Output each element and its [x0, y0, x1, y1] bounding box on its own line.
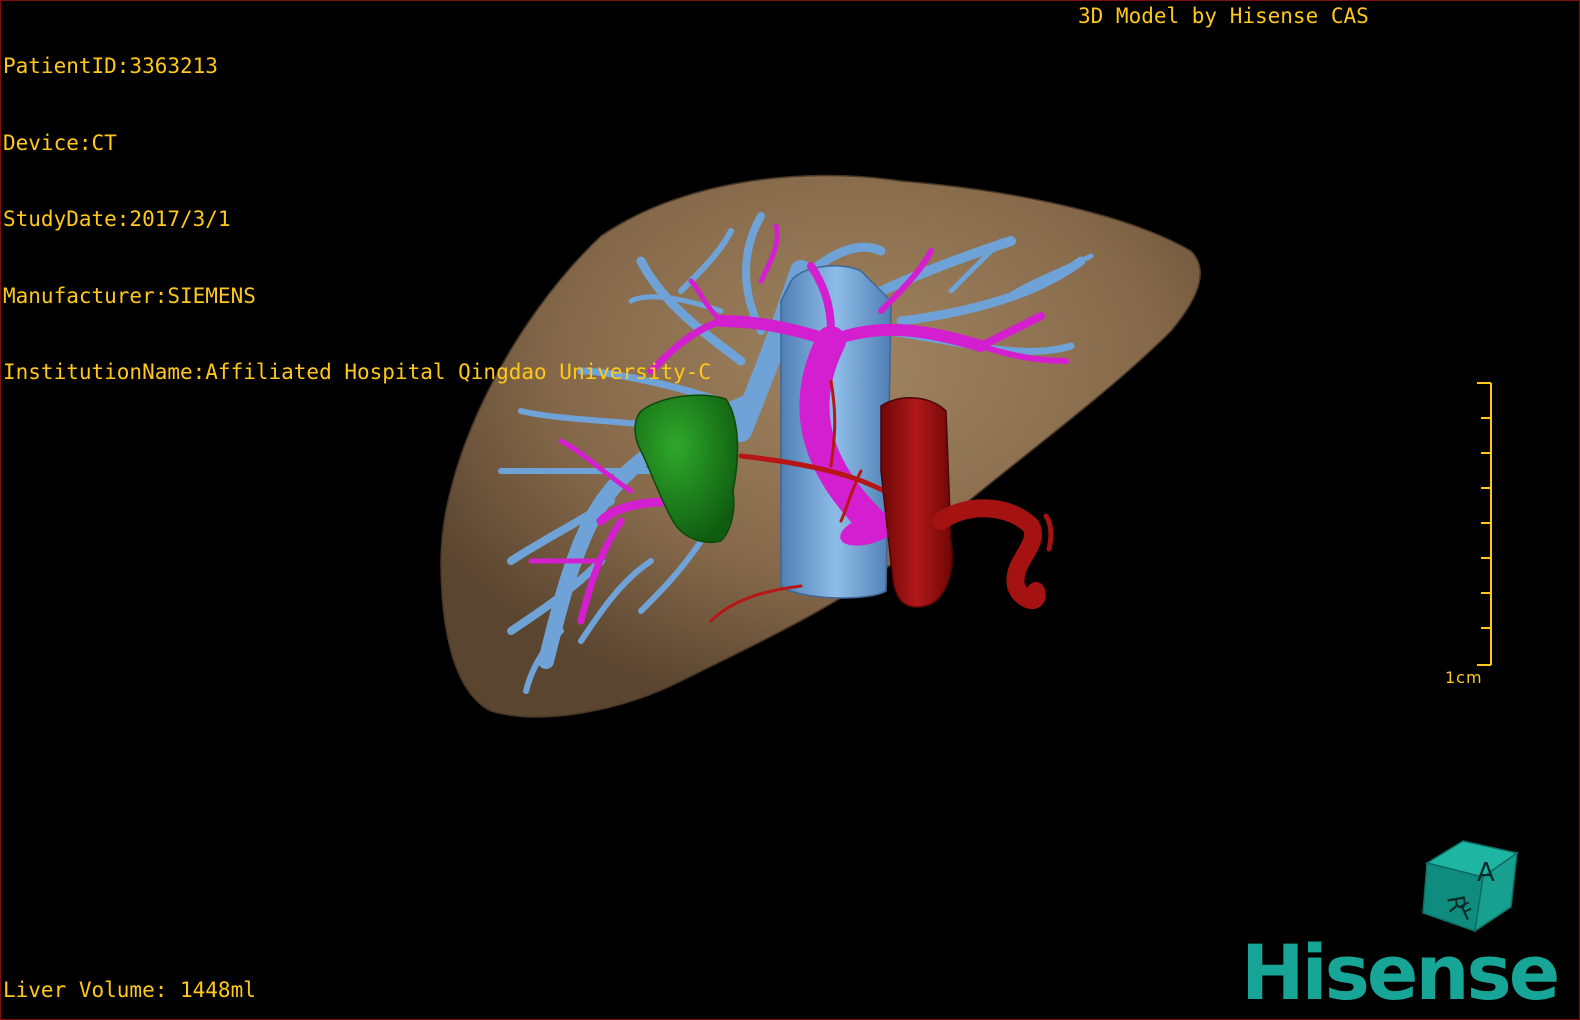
study-date: StudyDate:2017/3/1	[3, 207, 231, 231]
manufacturer: Manufacturer:SIEMENS	[3, 283, 256, 308]
liver-volume: Liver Volume: 1448ml	[3, 978, 256, 1002]
model-caption: 3D Model by Hisense CAS	[1078, 4, 1369, 28]
3d-viewport[interactable]: PatientID:3363213 Device:CT StudyDate:20…	[0, 0, 1580, 1020]
patient-info-overlay: PatientID:3363213 Device:CT StudyDate:20…	[3, 3, 711, 437]
splenic-artery-tip	[1043, 513, 1054, 552]
cube-face-a: A	[1477, 858, 1495, 888]
aorta	[880, 397, 953, 608]
celiac-trunk	[932, 499, 1046, 609]
scale-bar-label: 1cm	[1445, 668, 1483, 687]
orientation-cube[interactable]: A R F	[1419, 835, 1523, 939]
device: Device:CT	[3, 130, 117, 155]
patient-id: PatientID:3363213	[3, 54, 218, 78]
hisense-logo: Hisense	[1241, 928, 1560, 1017]
scale-bar	[1477, 382, 1492, 666]
institution-name: InstitutionName:Affiliated Hospital Qing…	[3, 360, 712, 384]
inferior-vena-cava	[780, 265, 892, 599]
